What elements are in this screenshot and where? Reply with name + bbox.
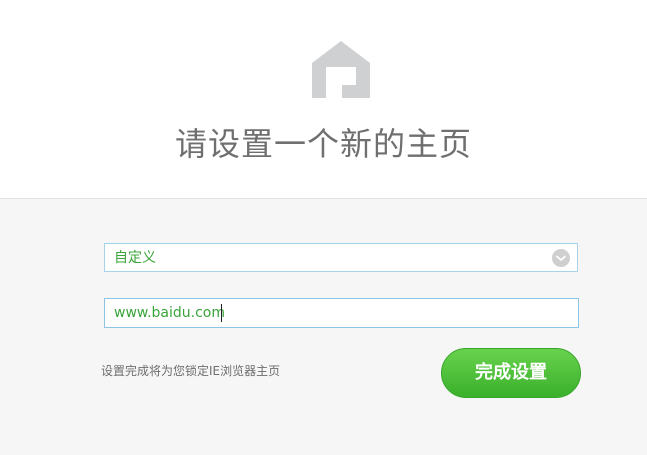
header-area: 请设置一个新的主页 (0, 0, 647, 198)
lock-hint-text: 设置完成将为您锁定IE浏览器主页 (101, 364, 281, 378)
page-title: 请设置一个新的主页 (174, 125, 472, 163)
text-caret (221, 304, 222, 322)
homepage-url-input[interactable] (104, 298, 579, 328)
homepage-type-value: 自定义 (114, 250, 156, 266)
home-icon (312, 41, 370, 98)
homepage-setup-dialog: 请设置一个新的主页 自定义 设置完成将为您锁定IE浏览器主页 完成设置 (0, 0, 647, 455)
homepage-type-select[interactable]: 自定义 (104, 243, 578, 272)
finish-setup-button[interactable]: 完成设置 (441, 348, 581, 398)
chevron-down-icon[interactable] (552, 249, 570, 267)
